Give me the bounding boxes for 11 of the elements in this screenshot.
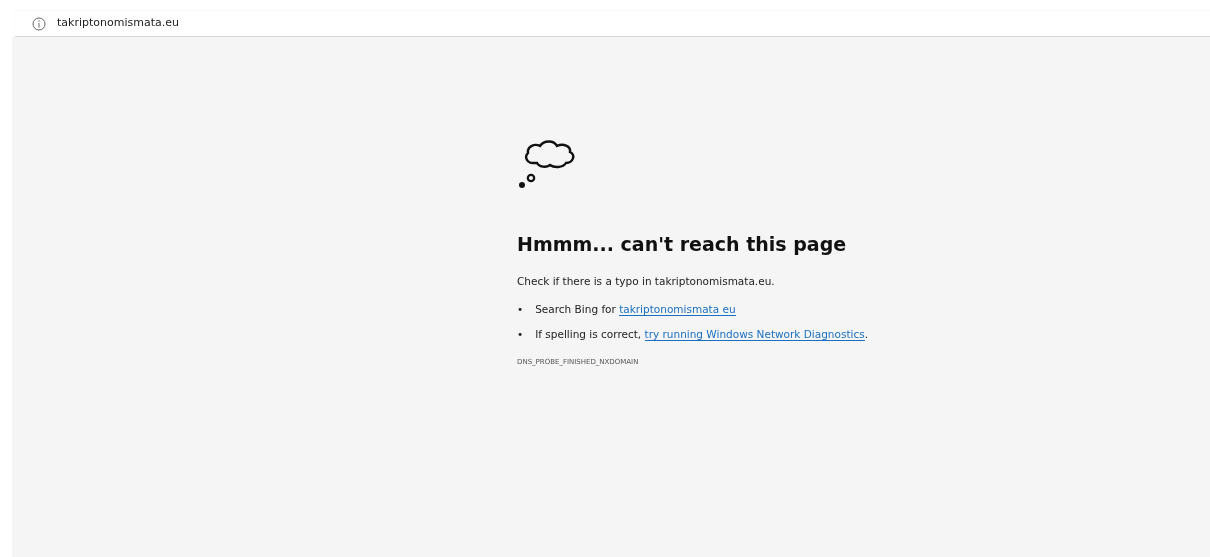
address-bar[interactable]: takriptonomismata.eu: [15, 11, 1210, 37]
suggestion-text: Search Bing for takriptonomismata eu: [535, 301, 736, 318]
suggestion-link[interactable]: takriptonomismata eu: [619, 302, 736, 316]
suggestion-link[interactable]: try running Windows Network Diagnostics: [644, 328, 865, 342]
bullet: •: [517, 301, 524, 317]
error-message: Check if there is a typo in takriptonomismata.eu.: [517, 273, 776, 289]
bullet: •: [517, 327, 524, 343]
info-icon[interactable]: [32, 16, 46, 31]
suggestion-text: If spelling is correct, try running Windows Network Diagnostics.: [535, 327, 869, 344]
url-text: takriptonomismata.eu: [57, 15, 179, 32]
error-heading: Hmmm... can't reach this page: [517, 233, 848, 256]
